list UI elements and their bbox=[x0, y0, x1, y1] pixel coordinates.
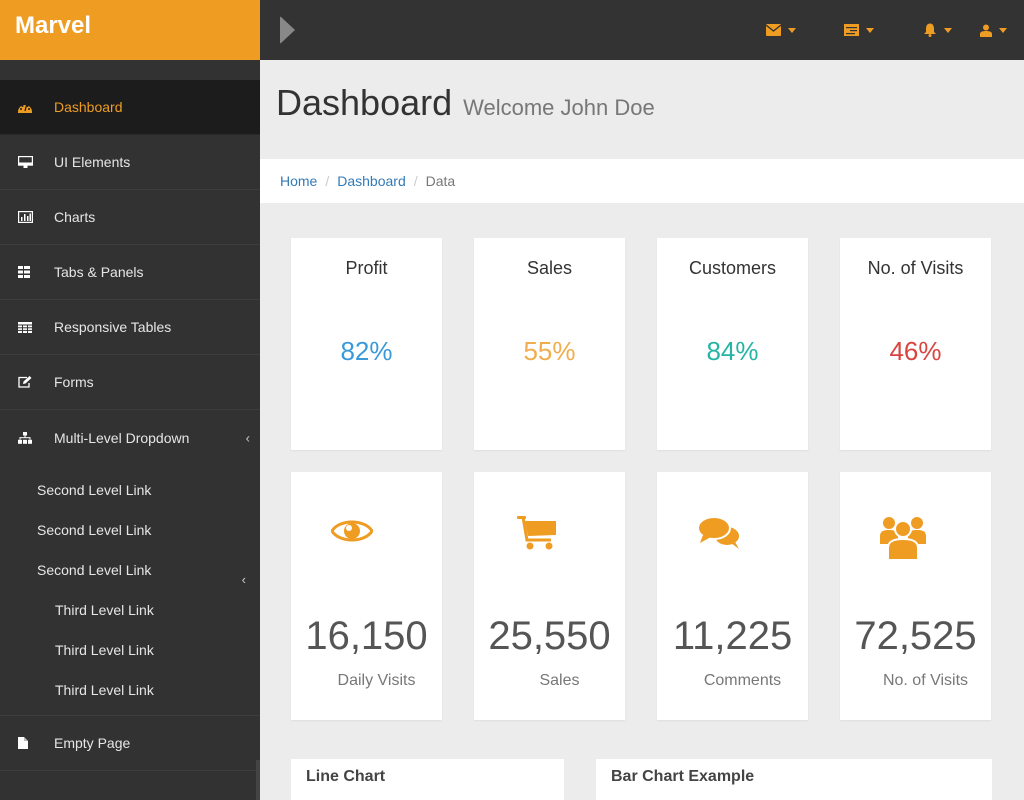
stat-count: 25,550 bbox=[488, 614, 611, 658]
bar-chart-icon bbox=[18, 211, 33, 223]
desktop-icon bbox=[18, 156, 33, 168]
second-level-label: Second Level Link bbox=[37, 482, 152, 498]
breadcrumb-separator: / bbox=[413, 173, 418, 189]
stat-count: 72,525 bbox=[854, 614, 977, 658]
chevron-down-icon bbox=[943, 27, 952, 33]
breadcrumb-dashboard[interactable]: Dashboard bbox=[337, 173, 406, 189]
stat-count-label: No. of Visits bbox=[882, 672, 969, 689]
sitemap-icon bbox=[18, 431, 32, 444]
tabs-icon bbox=[18, 266, 30, 278]
stat-percent: 84% bbox=[706, 336, 759, 366]
table-icon bbox=[18, 321, 32, 333]
sidebar-item-label: UI Elements bbox=[54, 154, 131, 170]
sidebar-item-ui-elements[interactable]: UI Elements bbox=[0, 135, 260, 190]
breadcrumb-separator: / bbox=[325, 173, 330, 189]
tasks-icon bbox=[844, 24, 859, 36]
stat-count-label: Daily Visits bbox=[337, 672, 416, 689]
stat-percent: 46% bbox=[889, 336, 942, 366]
brand-bar: Marvel bbox=[0, 0, 260, 60]
chevron-left-icon: ‹ bbox=[245, 430, 250, 445]
alerts-dropdown[interactable] bbox=[898, 0, 976, 60]
sidebar-item-label: Empty Page bbox=[54, 735, 131, 751]
page-header: Dashboard Welcome John Doe bbox=[276, 82, 655, 124]
sidebar-item-multi-level-dropdown[interactable]: Multi-Level Dropdown ‹ bbox=[0, 410, 260, 465]
top-nav-icons bbox=[742, 0, 1024, 60]
stat-card-sales: Sales 55% bbox=[474, 238, 625, 450]
sidebar: Dashboard UI Elements Charts Tabs & Pane… bbox=[0, 60, 260, 800]
eye-icon bbox=[331, 520, 373, 542]
third-level-label: Third Level Link bbox=[55, 682, 154, 698]
comments-icon bbox=[697, 516, 741, 549]
breadcrumb: Home / Dashboard / Data bbox=[260, 159, 1024, 203]
second-level-link[interactable]: Second Level Link bbox=[0, 510, 260, 550]
line-chart-panel: Line Chart bbox=[291, 759, 564, 800]
submenu-second-level: Second Level Link Second Level Link Seco… bbox=[0, 465, 260, 716]
shopping-cart-icon bbox=[517, 516, 556, 550]
user-icon bbox=[980, 24, 992, 37]
stat-label: Profit bbox=[345, 258, 388, 278]
third-level-link[interactable]: Third Level Link bbox=[0, 670, 260, 710]
third-level-link[interactable]: Third Level Link bbox=[0, 590, 260, 630]
edit-icon bbox=[18, 376, 32, 388]
second-level-label: Second Level Link bbox=[37, 522, 152, 538]
stat-percent: 82% bbox=[340, 336, 393, 366]
stat-label: Customers bbox=[688, 258, 777, 278]
breadcrumb-home[interactable]: Home bbox=[280, 173, 317, 189]
third-level-label: Third Level Link bbox=[55, 642, 154, 658]
second-level-link-expandable[interactable]: Second Level Link ‹ bbox=[0, 550, 260, 590]
bell-icon bbox=[923, 23, 936, 37]
third-level-label: Third Level Link bbox=[55, 602, 154, 618]
breadcrumb-current: Data bbox=[425, 173, 456, 189]
panel-title: Bar Chart Example bbox=[611, 768, 755, 785]
stat-card-visits-count: 72,525 No. of Visits bbox=[840, 472, 991, 720]
user-dropdown[interactable] bbox=[976, 0, 1024, 60]
file-icon bbox=[18, 737, 28, 749]
bar-chart-panel: Bar Chart Example bbox=[596, 759, 992, 800]
sidebar-item-forms[interactable]: Forms bbox=[0, 355, 260, 410]
chevron-down-icon bbox=[866, 27, 874, 33]
chevron-left-icon: ‹ bbox=[241, 572, 246, 587]
users-icon bbox=[880, 517, 926, 560]
messages-dropdown[interactable] bbox=[742, 0, 820, 60]
stat-card-daily-visits: 16,150 Daily Visits bbox=[291, 472, 442, 720]
sidebar-toggle-button[interactable] bbox=[280, 16, 295, 44]
chevron-down-icon bbox=[999, 27, 1007, 33]
sidebar-item-dashboard[interactable]: Dashboard bbox=[0, 80, 260, 135]
stat-count-label: Sales bbox=[539, 672, 580, 689]
stat-card-profit: Profit 82% bbox=[291, 238, 442, 450]
sidebar-item-label: Responsive Tables bbox=[54, 319, 172, 335]
stat-label: No. of Visits bbox=[867, 258, 964, 278]
sidebar-item-label: Charts bbox=[54, 209, 96, 225]
brand-logo[interactable]: Marvel bbox=[15, 12, 91, 40]
second-level-label: Second Level Link bbox=[37, 562, 152, 578]
stat-count-label: Comments bbox=[703, 672, 782, 689]
stat-card-visits: No. of Visits 46% bbox=[840, 238, 991, 450]
sidebar-item-tabs-panels[interactable]: Tabs & Panels bbox=[0, 245, 260, 300]
panel-title: Line Chart bbox=[306, 768, 386, 785]
sidebar-item-label: Tabs & Panels bbox=[54, 264, 144, 280]
tasks-dropdown[interactable] bbox=[820, 0, 898, 60]
stat-card-sales-count: 25,550 Sales bbox=[474, 472, 625, 720]
main-content: Dashboard Welcome John Doe Home / Dashbo… bbox=[260, 60, 1024, 800]
stat-percent: 55% bbox=[523, 336, 576, 366]
top-navbar bbox=[260, 0, 1024, 60]
sidebar-item-label: Dashboard bbox=[54, 99, 123, 115]
stat-count: 11,225 bbox=[672, 614, 793, 658]
second-level-link[interactable]: Second Level Link bbox=[0, 470, 260, 510]
sidebar-item-responsive-tables[interactable]: Responsive Tables bbox=[0, 300, 260, 355]
sidebar-item-empty-page[interactable]: Empty Page bbox=[0, 716, 260, 771]
sidebar-item-label: Forms bbox=[54, 374, 94, 390]
sidebar-item-charts[interactable]: Charts bbox=[0, 190, 260, 245]
chevron-down-icon bbox=[788, 27, 796, 33]
stat-card-comments: 11,225 Comments bbox=[657, 472, 808, 720]
page-subtitle: Welcome John Doe bbox=[463, 95, 655, 120]
stat-count: 16,150 bbox=[305, 614, 428, 658]
stat-label: Sales bbox=[526, 258, 573, 278]
stat-card-customers: Customers 84% bbox=[657, 238, 808, 450]
envelope-icon bbox=[766, 24, 781, 36]
page-title: Dashboard bbox=[276, 82, 453, 123]
dashboard-icon bbox=[18, 104, 32, 113]
sidebar-item-label: Multi-Level Dropdown bbox=[54, 429, 190, 446]
third-level-link[interactable]: Third Level Link bbox=[0, 630, 260, 670]
